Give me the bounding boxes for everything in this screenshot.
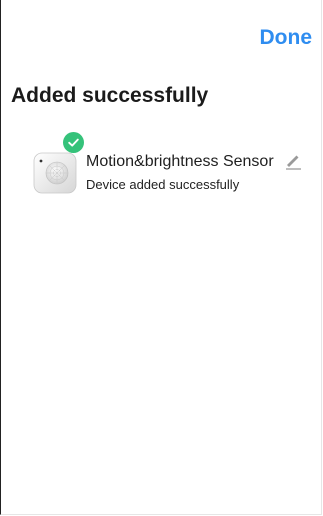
device-item: Motion&brightness Sensor Device added su…: [31, 132, 311, 202]
device-status-text: Device added successfully: [86, 177, 240, 192]
app-screen: Done Added successfully Motion&brightnes…: [0, 0, 322, 515]
device-name: Motion&brightness Sensor: [86, 153, 274, 170]
pencil-icon[interactable]: [284, 152, 302, 170]
page-title: Added successfully: [11, 84, 209, 107]
motion-sensor-image: [33, 152, 77, 194]
done-button[interactable]: Done: [260, 25, 313, 51]
check-circle-icon: [63, 132, 84, 153]
